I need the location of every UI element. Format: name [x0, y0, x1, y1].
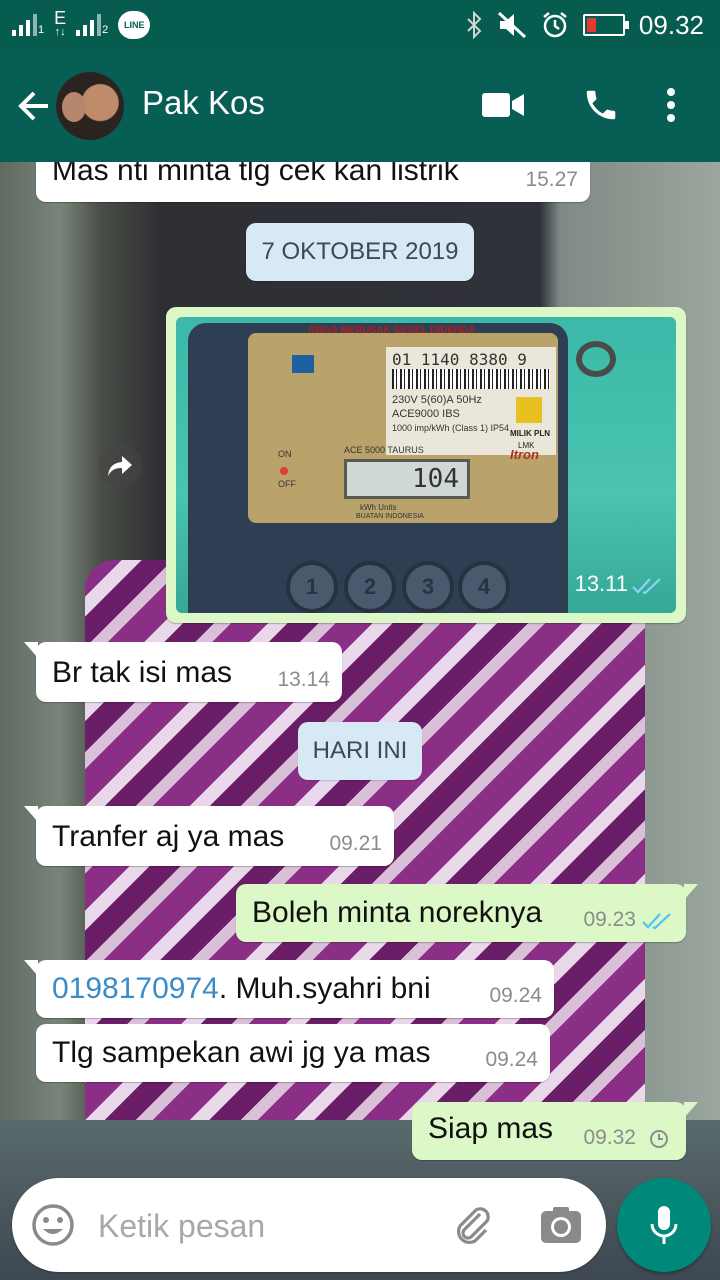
network-type: E: [54, 8, 67, 28]
barcode-icon: [392, 369, 550, 389]
message-text: Br tak isi mas: [52, 656, 233, 689]
message-time: 13.11: [574, 571, 628, 596]
electric-meter-photo[interactable]: AWAS MERUSAK SEGEL DIDENDA 01 1140 8380 …: [176, 317, 676, 613]
date-label: HARI INI: [312, 737, 408, 764]
pln-logo-icon: [516, 397, 542, 423]
date-separator: HARI INI: [298, 722, 422, 780]
message-time: 15.27: [525, 168, 578, 191]
meter-key-label: 4: [477, 574, 491, 599]
message-text: Tlg sampekan awi jg ya mas: [52, 1036, 431, 1069]
meter-key: 1: [286, 561, 338, 613]
clock-pending-icon: [650, 1130, 668, 1148]
account-number-link[interactable]: 0198170974: [52, 972, 219, 1005]
bluetooth-icon: [467, 11, 482, 39]
meter-key-label: 3: [421, 574, 435, 599]
message-time: 09.32: [583, 1126, 636, 1149]
meter-led-icon: [280, 467, 288, 475]
meter-model: ACE 5000 TAURUS: [344, 445, 424, 455]
meter-key: 3: [402, 561, 454, 613]
message-time: 09.23: [583, 908, 636, 931]
signal-icon: 2: [76, 14, 108, 36]
data-arrows-icon: E ↑↓: [54, 8, 67, 38]
meter-lmk: LMK: [518, 441, 535, 450]
date-separator: 7 OKTOBER 2019: [246, 223, 474, 281]
mic-button[interactable]: [617, 1178, 711, 1272]
meter-off: OFF: [278, 479, 296, 489]
header-overlay: Pak Kos: [0, 50, 720, 162]
message-incoming[interactable]: 0198170974. Muh.syahri bni 09.24: [24, 960, 554, 1018]
meter-face: 01 1140 8380 9 230V 5(60)A 50Hz ACE9000 …: [248, 333, 558, 523]
phone-call-icon[interactable]: [578, 82, 624, 128]
video-call-icon[interactable]: [480, 82, 526, 128]
meter-key: 2: [344, 561, 396, 613]
date-label: 7 OKTOBER 2019: [261, 238, 459, 265]
avatar[interactable]: [56, 72, 124, 140]
line-app-label: LINE: [124, 20, 145, 30]
meter-seal-icon: [576, 341, 616, 377]
back-arrow-icon[interactable]: [14, 84, 54, 128]
mute-icon: [497, 11, 526, 39]
message-composer: [12, 1178, 606, 1272]
status-time: 09.32: [638, 9, 704, 40]
meter-key-label: 2: [363, 574, 377, 599]
sim1-label: 1: [38, 24, 45, 36]
attach-icon[interactable]: [450, 1202, 496, 1248]
forward-button[interactable]: [98, 444, 142, 488]
meter-key-label: 1: [305, 574, 319, 599]
message-time: 09.24: [489, 984, 542, 1007]
meter-on: ON: [278, 449, 292, 459]
battery-icon: [582, 14, 629, 36]
message-outgoing[interactable]: Boleh minta noreknya 09.23: [236, 884, 698, 942]
message-incoming[interactable]: Tlg sampekan awi jg ya mas 09.24: [36, 1024, 550, 1082]
meter-number: 01 1140 8380 9: [392, 350, 527, 369]
read-receipt-icon: [632, 578, 661, 595]
status-bar: 1 E ↑↓ 2 LINE 09.32: [0, 0, 720, 50]
meter-display: 104: [344, 459, 470, 499]
message-time: 09.21: [329, 832, 382, 855]
message-text-rest: . Muh.syahri bni: [218, 972, 431, 1005]
message-input[interactable]: [96, 1196, 440, 1256]
meter-owner: MILIK PLN: [510, 429, 550, 438]
meter-body: AWAS MERUSAK SEGEL DIDENDA 01 1140 8380 …: [188, 323, 568, 613]
read-receipt-icon: [642, 913, 671, 930]
mic-icon: [650, 1206, 678, 1244]
meter-logo-icon: [292, 355, 314, 373]
message-outgoing[interactable]: Siap mas 09.32: [412, 1102, 698, 1160]
camera-icon[interactable]: [538, 1202, 584, 1248]
meter-made: BUATAN INDONESIA: [356, 513, 424, 520]
message-outgoing-image[interactable]: AWAS MERUSAK SEGEL DIDENDA 01 1140 8380 …: [166, 307, 686, 623]
alarm-icon: [543, 12, 567, 38]
more-vert-icon[interactable]: [648, 82, 694, 128]
meter-key: 4: [458, 561, 510, 613]
message-incoming[interactable]: Tranfer aj ya mas 09.21: [24, 806, 394, 866]
line-app-icon: LINE: [118, 11, 151, 39]
sim2-label: 2: [102, 24, 109, 36]
message-time: 09.24: [485, 1048, 538, 1071]
contact-name[interactable]: Pak Kos: [142, 84, 265, 122]
message-text: Tranfer aj ya mas: [52, 820, 285, 853]
message-text: 0198170974. Muh.syahri bni: [52, 972, 431, 1006]
message-text: Boleh minta noreknya: [252, 896, 543, 929]
message-incoming[interactable]: Br tak isi mas 13.14: [24, 642, 342, 702]
meter-units: kWh Units: [360, 503, 397, 512]
emoji-icon[interactable]: [30, 1202, 76, 1248]
message-text: Siap mas: [428, 1112, 554, 1145]
signal-icon: 1: [12, 14, 44, 36]
message-time: 13.14: [277, 668, 330, 691]
